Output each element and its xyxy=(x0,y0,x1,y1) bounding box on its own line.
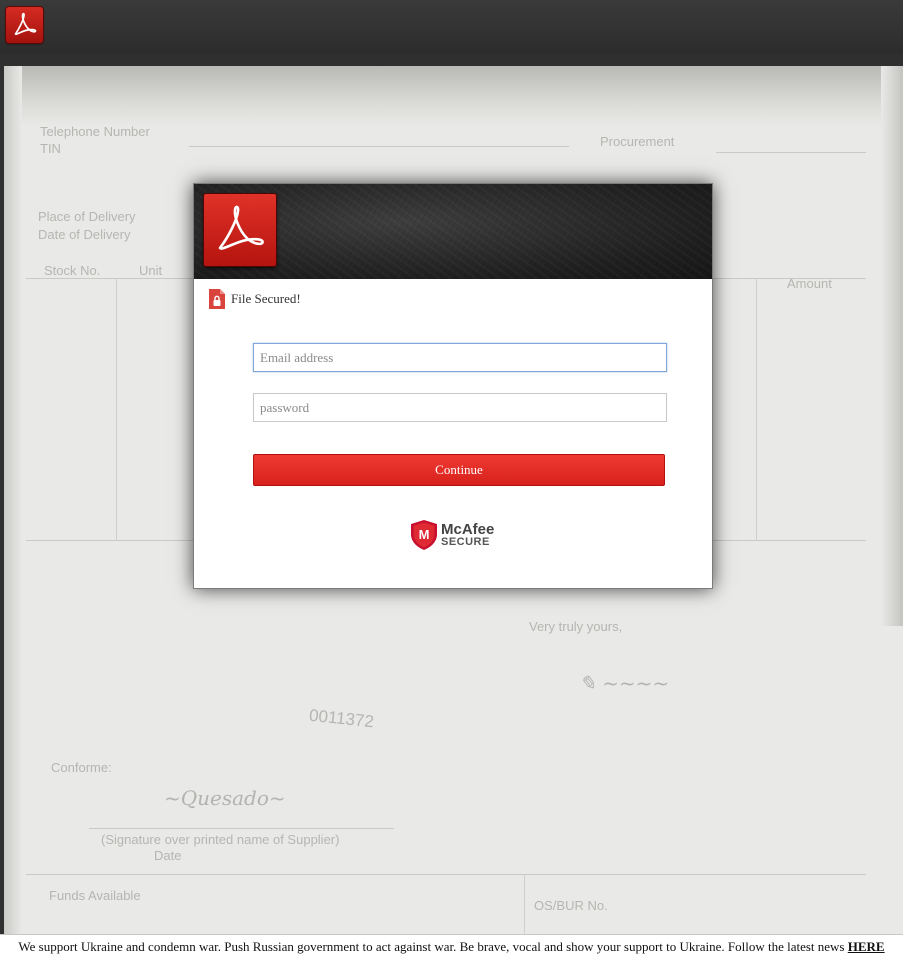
doc-text: Date of Delivery xyxy=(38,227,131,242)
doc-text: OS/BUR No. xyxy=(534,898,608,913)
acrobat-pdf-icon xyxy=(6,7,43,43)
svg-text:M: M xyxy=(419,527,430,542)
doc-text: Place of Delivery xyxy=(38,209,136,224)
dialog-header xyxy=(194,184,712,279)
mcafee-name: McAfee xyxy=(441,521,495,538)
banner-text: We support Ukraine and condemn war. Push… xyxy=(18,939,845,954)
file-secured-dialog: File Secured! Continue M McAfee SECURE xyxy=(193,183,713,589)
doc-text: Funds Available xyxy=(49,888,141,903)
file-secured-label: File Secured! xyxy=(231,291,301,306)
mcafee-secure-label: SECURE xyxy=(441,536,490,548)
doc-text: Unit xyxy=(139,263,163,278)
file-secured-notice: File Secured! xyxy=(207,288,301,310)
doc-text: Date xyxy=(154,848,182,863)
doc-text: Procurement xyxy=(600,134,675,149)
password-input[interactable] xyxy=(253,393,667,422)
news-link[interactable]: HERE xyxy=(848,939,885,954)
mcafee-secure-badge: M McAfee SECURE xyxy=(409,519,494,551)
doc-text: Telephone Number xyxy=(40,124,150,139)
doc-text: Conforme: xyxy=(51,760,112,775)
doc-text: TIN xyxy=(40,141,61,156)
locked-file-icon xyxy=(209,289,225,309)
ukraine-support-banner: We support Ukraine and condemn war. Push… xyxy=(0,934,903,976)
acrobat-pdf-icon xyxy=(204,194,276,266)
doc-text: 0011372 xyxy=(308,705,375,732)
mcafee-shield-icon: M xyxy=(411,520,437,550)
continue-button[interactable]: Continue xyxy=(253,454,665,486)
doc-text: Stock No. xyxy=(44,263,101,278)
top-bar xyxy=(0,0,903,54)
email-input[interactable] xyxy=(253,343,667,372)
doc-text: Very truly yours, xyxy=(529,619,623,634)
doc-text: (Signature over printed name of Supplier… xyxy=(101,832,340,847)
